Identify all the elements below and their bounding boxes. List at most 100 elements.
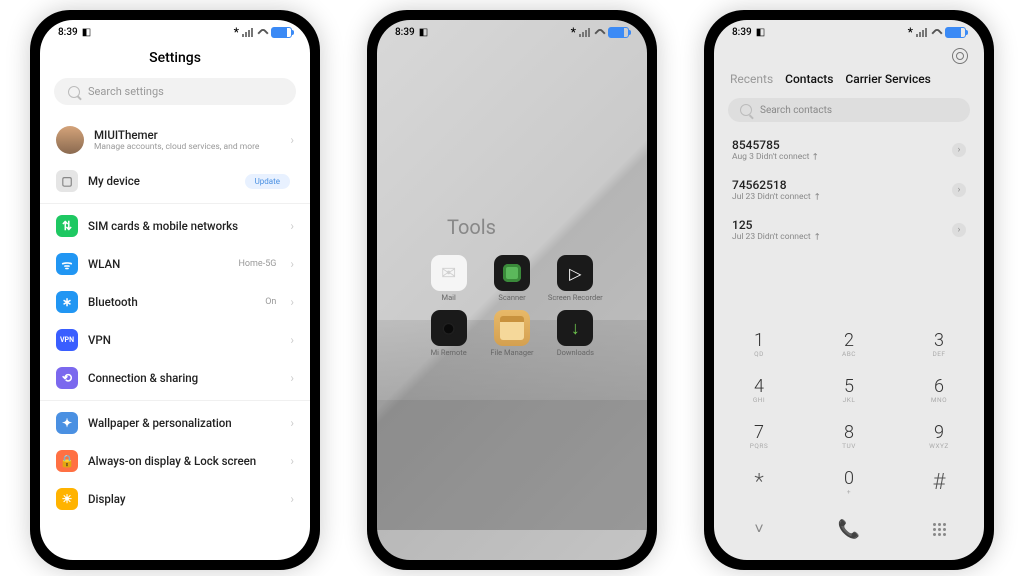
chevron-right-icon: ›	[290, 133, 294, 147]
chevron-right-icon: ›	[290, 371, 294, 385]
display-row[interactable]: ☀ Display ›	[40, 480, 310, 518]
tab-contacts[interactable]: Contacts	[785, 72, 833, 86]
call-button[interactable]: 📞	[804, 506, 894, 552]
notif-icon: ◧	[82, 27, 91, 38]
vpn-row[interactable]: VPN VPN ›	[40, 321, 310, 359]
bluetooth-icon	[234, 25, 239, 39]
app-recorder[interactable]: Screen Recorder	[544, 255, 607, 302]
detail-icon[interactable]: ›	[952, 223, 966, 237]
call-number: 74562518	[732, 178, 952, 192]
connection-row[interactable]: ⟲ Connection & sharing ›	[40, 359, 310, 397]
account-sub: Manage accounts, cloud services, and mor…	[94, 142, 280, 152]
sim-row[interactable]: ⇅ SIM cards & mobile networks ›	[40, 207, 310, 245]
aod-row[interactable]: 🔒 Always-on display & Lock screen ›	[40, 442, 310, 480]
avatar	[56, 126, 84, 154]
status-time: 8:39	[58, 27, 78, 38]
row-label: VPN	[88, 333, 280, 347]
bluetooth-row[interactable]: ∗ Bluetooth On ›	[40, 283, 310, 321]
signal-icon	[916, 28, 927, 37]
search-contacts[interactable]: Search contacts	[728, 98, 970, 122]
app-mail[interactable]: Mail	[417, 255, 480, 302]
status-bar: 8:39◧	[714, 20, 984, 44]
vpn-icon: VPN	[56, 329, 78, 351]
key-star[interactable]: *	[714, 460, 804, 506]
keypad: 1QD 2ABC 3DEF 4GHI 5JKL 6MNO 7PQRS 8TUV …	[714, 320, 984, 560]
row-label: Display	[88, 492, 280, 506]
settings-screen: 8:39 ◧ Settings Search settings MIUITheme…	[40, 20, 310, 560]
key-7[interactable]: 7PQRS	[714, 414, 804, 460]
connection-icon: ⟲	[56, 367, 78, 389]
search-input[interactable]: Search settings	[54, 78, 296, 105]
file-icon	[494, 310, 530, 346]
notif-icon: ◧	[756, 27, 765, 38]
download-icon	[557, 310, 593, 346]
scanner-icon	[494, 255, 530, 291]
chevron-right-icon: ›	[290, 257, 294, 271]
grid-icon	[933, 523, 946, 536]
remote-icon	[431, 310, 467, 346]
gear-icon[interactable]	[952, 48, 968, 64]
chevron-right-icon: ›	[290, 454, 294, 468]
search-placeholder: Search settings	[88, 85, 164, 98]
call-row[interactable]: 8545785Aug 3 Didn't connect↗ ›	[714, 130, 984, 170]
call-row[interactable]: 74562518Jul 23 Didn't connect↗ ›	[714, 170, 984, 210]
dialer-screen: 8:39◧ Recents Contacts Carrier Services …	[714, 20, 984, 560]
status-time: 8:39	[395, 27, 415, 38]
key-1[interactable]: 1QD	[714, 322, 804, 368]
tab-recents[interactable]: Recents	[730, 72, 773, 86]
phone-dialer: 8:39◧ Recents Contacts Carrier Services …	[704, 10, 994, 570]
key-4[interactable]: 4GHI	[714, 368, 804, 414]
outgoing-icon: ↗	[811, 191, 823, 203]
app-label: Screen Recorder	[548, 294, 603, 302]
app-files[interactable]: File Manager	[480, 310, 543, 357]
mydevice-row[interactable]: ▢ My device Update	[40, 162, 310, 200]
key-5[interactable]: 5JKL	[804, 368, 894, 414]
page-title: Settings	[40, 44, 310, 74]
app-scanner[interactable]: Scanner	[480, 255, 543, 302]
folder-title: Tools	[447, 215, 496, 239]
status-bar: 8:39 ◧	[40, 20, 310, 44]
battery-icon	[271, 27, 292, 38]
sim-icon: ⇅	[56, 215, 78, 237]
row-label: Connection & sharing	[88, 371, 280, 385]
outgoing-icon: ↗	[810, 151, 822, 163]
wallpaper-row[interactable]: ✦ Wallpaper & personalization ›	[40, 404, 310, 442]
bluetooth-icon	[908, 25, 913, 39]
display-icon: ☀	[56, 488, 78, 510]
key-6[interactable]: 6MNO	[894, 368, 984, 414]
battery-icon	[945, 27, 966, 38]
detail-icon[interactable]: ›	[952, 143, 966, 157]
search-icon	[740, 104, 752, 116]
close-keypad[interactable]: ˅	[714, 506, 804, 552]
call-meta: Jul 23 Didn't connect	[732, 232, 811, 242]
app-grid: Mail Scanner Screen Recorder Mi Remote F…	[377, 255, 647, 358]
tab-carrier[interactable]: Carrier Services	[845, 72, 930, 86]
key-hash[interactable]: #	[894, 460, 984, 506]
key-8[interactable]: 8TUV	[804, 414, 894, 460]
chevron-right-icon: ›	[290, 416, 294, 430]
wlan-row[interactable]: ᯤ WLAN Home-5G ›	[40, 245, 310, 283]
call-number: 125	[732, 218, 952, 232]
account-row[interactable]: MIUIThemer Manage accounts, cloud servic…	[40, 118, 310, 162]
call-row[interactable]: 125Jul 23 Didn't connect↗ ›	[714, 210, 984, 250]
phone-icon: 📞	[838, 519, 860, 540]
app-downloads[interactable]: Downloads	[544, 310, 607, 357]
key-9[interactable]: 9WXYZ	[894, 414, 984, 460]
outgoing-icon: ↗	[811, 231, 823, 243]
call-meta: Jul 23 Didn't connect	[732, 192, 811, 202]
wifi-icon	[256, 27, 268, 37]
search-placeholder: Search contacts	[760, 105, 832, 116]
row-label: WLAN	[88, 257, 228, 271]
dialpad-toggle[interactable]	[894, 506, 984, 552]
phone-tools: 8:39 ◧ Tools Mail Scanner Screen Recorder…	[367, 10, 657, 570]
detail-icon[interactable]: ›	[952, 183, 966, 197]
key-2[interactable]: 2ABC	[804, 322, 894, 368]
key-0[interactable]: 0+	[804, 460, 894, 506]
wallpaper-surface2	[377, 400, 647, 530]
key-3[interactable]: 3DEF	[894, 322, 984, 368]
row-label: Always-on display & Lock screen	[88, 454, 280, 468]
account-name: MIUIThemer	[94, 128, 280, 142]
app-remote[interactable]: Mi Remote	[417, 310, 480, 357]
notif-icon: ◧	[419, 27, 428, 38]
device-icon: ▢	[56, 170, 78, 192]
